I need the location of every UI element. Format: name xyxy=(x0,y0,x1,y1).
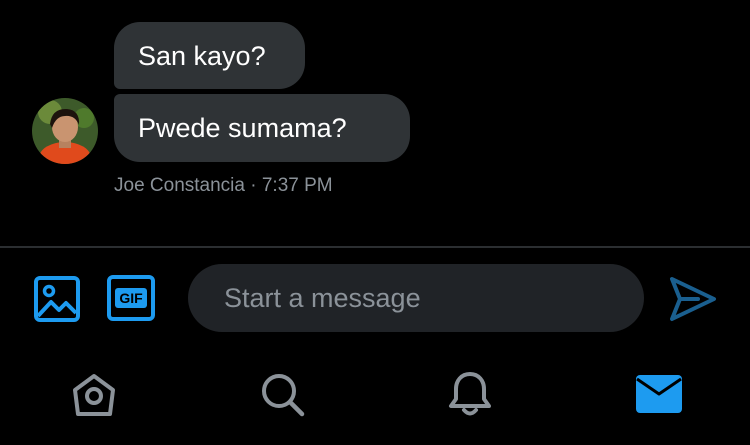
gif-icon: GIF xyxy=(107,275,155,321)
search-icon xyxy=(262,374,305,417)
send-icon xyxy=(670,277,716,321)
messages-icon xyxy=(636,375,682,413)
nav-home[interactable] xyxy=(70,372,118,418)
home-icon xyxy=(73,374,115,416)
add-image-button[interactable] xyxy=(33,275,81,323)
send-button[interactable] xyxy=(668,276,718,322)
image-icon xyxy=(34,276,80,322)
message-input[interactable] xyxy=(222,281,626,315)
nav-notifications[interactable] xyxy=(446,370,494,418)
notifications-icon xyxy=(449,372,491,416)
gif-label: GIF xyxy=(119,290,143,306)
message-input-container[interactable] xyxy=(188,264,644,332)
message-text: San kayo? xyxy=(138,40,266,71)
nav-messages[interactable] xyxy=(635,374,683,414)
message-meta: Joe Constancia · 7:37 PM xyxy=(114,175,333,196)
nav-search[interactable] xyxy=(259,371,305,417)
message-bubble[interactable]: San kayo? xyxy=(114,22,305,89)
message-text: Pwede sumama? xyxy=(138,113,347,143)
divider xyxy=(0,246,750,248)
dm-conversation-screen: San kayo? Pwede sumama? Joe Constancia ·… xyxy=(0,0,750,445)
avatar[interactable] xyxy=(32,98,98,164)
avatar-image xyxy=(32,98,98,164)
add-gif-button[interactable]: GIF xyxy=(106,274,156,322)
message-bubble[interactable]: Pwede sumama? xyxy=(114,94,410,162)
